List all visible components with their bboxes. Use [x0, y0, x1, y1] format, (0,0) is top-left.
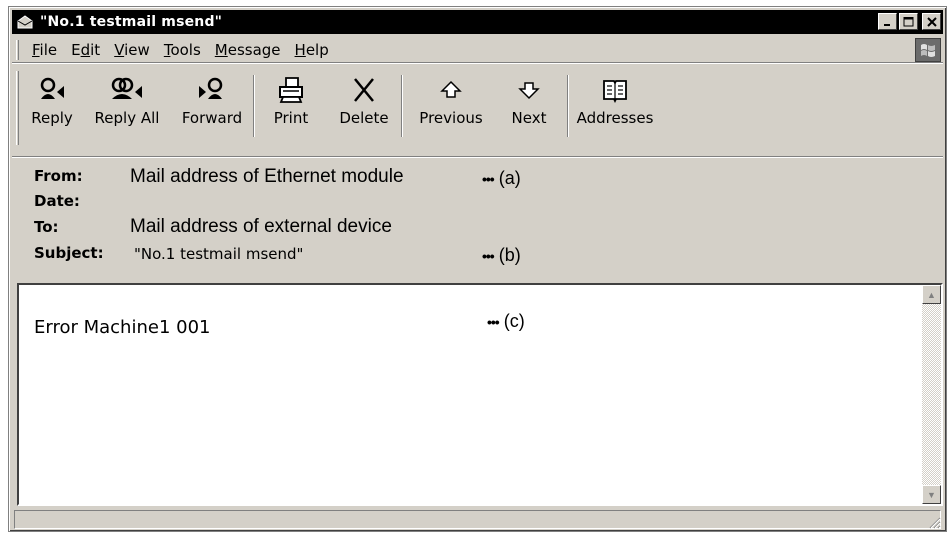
vertical-scrollbar[interactable]: ▲ ▼: [922, 285, 941, 504]
title-bar[interactable]: "No.1 testmail msend": [12, 10, 943, 34]
subject-label: Subject:: [34, 244, 104, 262]
forward-button[interactable]: Forward: [171, 65, 253, 145]
menu-bar: File Edit View Tools Message Help: [12, 37, 943, 63]
subject-value: "No.1 testmail msend": [134, 245, 304, 263]
message-headers: From: Mail address of Ethernet module ••…: [12, 159, 943, 279]
note-b: ••• (b): [482, 245, 521, 265]
delete-button[interactable]: Delete: [327, 65, 401, 145]
window-title: "No.1 testmail msend": [40, 14, 223, 30]
resize-grip-icon[interactable]: [927, 515, 941, 529]
arrow-up-icon: [440, 75, 462, 105]
reply-button[interactable]: Reply: [21, 65, 83, 145]
menu-view[interactable]: View: [107, 41, 157, 59]
from-value: Mail address of Ethernet module: [130, 166, 404, 187]
arrow-down-icon: [518, 75, 540, 105]
scroll-up-button[interactable]: ▲: [922, 285, 941, 304]
envelope-icon: [16, 14, 34, 30]
menu-message[interactable]: Message: [208, 41, 288, 59]
to-value: Mail address of external device: [130, 216, 392, 237]
reply-icon: [38, 75, 66, 105]
note-c: ••• (c): [487, 311, 525, 331]
status-panel: [14, 510, 941, 529]
reply-all-icon: [110, 75, 144, 105]
menu-tools[interactable]: Tools: [157, 41, 208, 59]
date-label: Date:: [34, 192, 80, 210]
previous-button[interactable]: Previous: [403, 65, 499, 145]
menu-file[interactable]: File: [25, 41, 64, 59]
scroll-down-button[interactable]: ▼: [922, 485, 941, 504]
message-body-text: Error Machine1 001: [34, 317, 211, 338]
menu-help[interactable]: Help: [288, 41, 336, 59]
reply-all-button[interactable]: Reply All: [83, 65, 171, 145]
toolbar-grip[interactable]: [16, 71, 19, 145]
windows-logo-icon: [915, 38, 941, 62]
from-label: From:: [34, 167, 83, 185]
close-button[interactable]: [922, 13, 941, 30]
delete-icon: [352, 75, 376, 105]
status-bar: [12, 508, 943, 530]
printer-icon: [277, 75, 305, 105]
note-a: ••• (a): [482, 168, 521, 188]
message-body[interactable]: Error Machine1 001 ••• (c) ▲ ▼: [17, 283, 943, 506]
next-button[interactable]: Next: [499, 65, 559, 145]
toolbar: Reply Reply All Forward Print Delete Pre…: [12, 65, 943, 157]
mail-window: "No.1 testmail msend" File Edit View Too…: [8, 6, 947, 532]
forward-icon: [197, 75, 227, 105]
menu-edit[interactable]: Edit: [64, 41, 107, 59]
maximize-button[interactable]: [899, 13, 918, 30]
arrow-down-icon: ▼: [927, 489, 936, 500]
minimize-button[interactable]: [878, 13, 897, 30]
print-button[interactable]: Print: [255, 65, 327, 145]
to-label: To:: [34, 218, 59, 236]
arrow-up-icon: ▲: [927, 289, 936, 300]
menu-grip[interactable]: [16, 39, 19, 60]
addresses-button[interactable]: Addresses: [569, 65, 661, 145]
address-book-icon: [602, 75, 628, 105]
